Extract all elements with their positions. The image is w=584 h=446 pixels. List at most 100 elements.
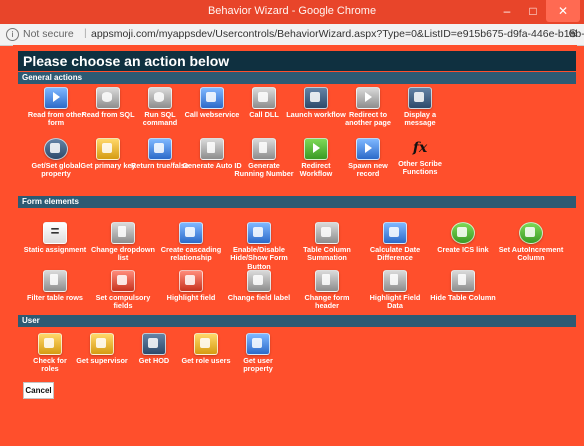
- action-label: Create ICS link: [437, 245, 489, 254]
- action-read-from-other-form[interactable]: Read from other form: [26, 87, 86, 128]
- info-icon[interactable]: i: [6, 28, 19, 41]
- compulsory-icon: [111, 270, 135, 292]
- action-label: Call DLL: [249, 110, 279, 119]
- cancel-button[interactable]: Cancel: [23, 382, 54, 399]
- users-icon: [38, 333, 62, 355]
- auto-id-icon: [200, 138, 224, 160]
- action-change-dropdown-list[interactable]: Change dropdown list: [89, 222, 157, 263]
- ics-link-icon: [451, 222, 475, 244]
- action-set-compulsory-fields[interactable]: Set compulsory fields: [89, 270, 157, 311]
- zoom-icon[interactable]: ⊕: [568, 26, 578, 40]
- action-label: Get supervisor: [76, 356, 128, 365]
- field-label-icon: [247, 270, 271, 292]
- action-label: Calculate Date Difference: [369, 245, 421, 263]
- action-highlight-field-data[interactable]: Highlight Field Data: [361, 270, 429, 311]
- action-label: Call webservice: [184, 110, 240, 119]
- action-label: Change dropdown list: [90, 245, 156, 263]
- action-set-autoincrement-column[interactable]: Set AutoIncrement Column: [497, 222, 565, 263]
- hide-column-icon: [451, 270, 475, 292]
- workflow-icon: [304, 87, 328, 109]
- action-label: Other Scribe Functions: [398, 159, 442, 177]
- action-get-set-global-property[interactable]: Get/Set global property: [26, 138, 86, 179]
- action-label: Highlight Field Data: [369, 293, 421, 311]
- action-label: Hide Table Column: [430, 293, 496, 302]
- action-label: Static assignment: [23, 245, 87, 254]
- action-label: Get/Set global property: [31, 161, 81, 179]
- maximize-button[interactable]: □: [520, 0, 546, 22]
- action-label: Read from other form: [27, 110, 85, 128]
- action-call-webservice[interactable]: Call webservice: [182, 87, 242, 119]
- action-highlight-field[interactable]: Highlight field: [157, 270, 225, 302]
- action-label: Get primary key: [80, 161, 136, 170]
- fx-icon: fx: [412, 140, 428, 156]
- section-general-actions: General actions: [18, 72, 576, 84]
- action-label: Get user property: [243, 356, 273, 374]
- read-form-icon: [44, 87, 68, 109]
- action-return-true-false[interactable]: Return true/false: [130, 138, 190, 170]
- action-display-message[interactable]: Display a message: [390, 87, 450, 128]
- filter-icon: [43, 270, 67, 292]
- action-generate-auto-id[interactable]: Generate Auto ID: [182, 138, 242, 170]
- action-calculate-date-difference[interactable]: Calculate Date Difference: [361, 222, 429, 263]
- section-form-elements: Form elements: [18, 196, 576, 208]
- action-label: Redirect Workflow: [299, 161, 333, 179]
- action-static-assignment[interactable]: = Static assignment: [21, 222, 89, 254]
- sql-command-icon: [148, 87, 172, 109]
- action-redirect-page[interactable]: Redirect to another page: [338, 87, 398, 128]
- hod-icon: [142, 333, 166, 355]
- window-titlebar: Behavior Wizard - Google Chrome – □ ✕: [0, 0, 584, 24]
- message-icon: [408, 87, 432, 109]
- highlight-field-icon: [179, 270, 203, 292]
- action-create-ics-link[interactable]: Create ICS link: [429, 222, 497, 254]
- action-label: Run SQL command: [142, 110, 178, 128]
- action-create-cascading-relationship[interactable]: Create cascading relationship: [157, 222, 225, 263]
- action-table-column-summation[interactable]: Table Column Summation: [293, 222, 361, 263]
- close-button[interactable]: ✕: [546, 0, 580, 22]
- supervisor-icon: [90, 333, 114, 355]
- address-separator: |: [84, 27, 87, 39]
- action-spawn-new-record[interactable]: Spawn new record: [338, 138, 398, 179]
- action-check-for-roles[interactable]: Check for roles: [24, 333, 76, 374]
- webservice-icon: [200, 87, 224, 109]
- action-launch-workflow[interactable]: Launch workflow: [286, 87, 346, 119]
- spawn-icon: [356, 138, 380, 160]
- wizard-content: Please choose an action below General ac…: [13, 45, 577, 446]
- action-generate-running-number[interactable]: Generate Running Number: [234, 138, 294, 179]
- action-get-hod[interactable]: Get HOD: [128, 333, 180, 365]
- action-get-primary-key[interactable]: Get primary key: [78, 138, 138, 170]
- action-get-user-property[interactable]: Get user property: [232, 333, 284, 374]
- cascade-icon: [179, 222, 203, 244]
- action-label: Get role users: [181, 356, 231, 365]
- minimize-button[interactable]: –: [494, 0, 520, 22]
- action-enable-disable-form-button[interactable]: Enable/Disable Hide/Show Form Button: [225, 222, 293, 271]
- dll-icon: [252, 87, 276, 109]
- action-change-field-label[interactable]: Change field label: [225, 270, 293, 302]
- action-get-supervisor[interactable]: Get supervisor: [76, 333, 128, 365]
- action-filter-table-rows[interactable]: Filter table rows: [21, 270, 89, 302]
- action-label: Change form header: [304, 293, 350, 311]
- url-text[interactable]: appsmoji.com/myappsdev/Usercontrols/Beha…: [91, 28, 584, 40]
- database-icon: [96, 87, 120, 109]
- action-other-scribe-functions[interactable]: fx Other Scribe Functions: [390, 138, 450, 177]
- action-hide-table-column[interactable]: Hide Table Column: [429, 270, 497, 302]
- security-label[interactable]: Not secure: [23, 28, 74, 40]
- address-bar[interactable]: i Not secure | appsmoji.com/myappsdev/Us…: [0, 24, 584, 46]
- action-call-dll[interactable]: Call DLL: [234, 87, 294, 119]
- action-label: Launch workflow: [286, 110, 346, 119]
- page-title: Please choose an action below: [18, 51, 576, 71]
- action-label: Change field label: [227, 293, 291, 302]
- globe-icon: [44, 138, 68, 160]
- action-change-form-header[interactable]: Change form header: [293, 270, 361, 311]
- autoincrement-icon: [519, 222, 543, 244]
- action-read-from-sql[interactable]: Read from SQL: [78, 87, 138, 119]
- form-button-icon: [247, 222, 271, 244]
- equals-icon: =: [43, 222, 67, 244]
- action-label: Set compulsory fields: [95, 293, 151, 311]
- action-run-sql-command[interactable]: Run SQL command: [130, 87, 190, 128]
- user-property-icon: [246, 333, 270, 355]
- action-redirect-workflow[interactable]: Redirect Workflow: [286, 138, 346, 179]
- action-get-role-users[interactable]: Get role users: [180, 333, 232, 365]
- action-label: Set AutoIncrement Column: [498, 245, 564, 263]
- running-number-icon: [252, 138, 276, 160]
- redirect-page-icon: [356, 87, 380, 109]
